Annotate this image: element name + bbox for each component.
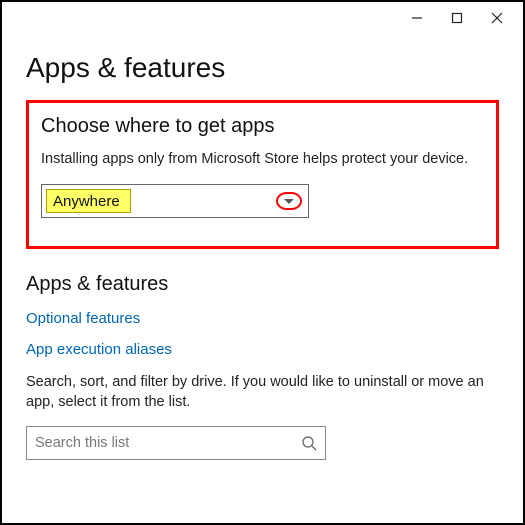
- chevron-down-icon: [284, 199, 294, 204]
- app-source-dropdown[interactable]: Anywhere: [41, 184, 309, 218]
- choose-apps-section-highlight: Choose where to get apps Installing apps…: [26, 100, 499, 249]
- settings-window: Apps & features Choose where to get apps…: [0, 0, 525, 525]
- apps-body-text: Search, sort, and filter by drive. If yo…: [26, 372, 499, 413]
- app-execution-aliases-link[interactable]: App execution aliases: [26, 341, 499, 358]
- apps-features-heading: Apps & features: [26, 273, 499, 296]
- dropdown-selected-value: Anywhere: [46, 189, 131, 213]
- choose-apps-heading: Choose where to get apps: [41, 115, 484, 138]
- search-icon: [301, 435, 317, 451]
- content-area: Apps & features Choose where to get apps…: [2, 34, 523, 470]
- search-placeholder: Search this list: [35, 435, 129, 451]
- page-title: Apps & features: [26, 52, 499, 84]
- minimize-button[interactable]: [397, 4, 437, 32]
- choose-apps-description: Installing apps only from Microsoft Stor…: [41, 150, 484, 170]
- maximize-button[interactable]: [437, 4, 477, 32]
- titlebar: [2, 2, 523, 34]
- search-input[interactable]: Search this list: [26, 426, 326, 460]
- close-button[interactable]: [477, 4, 517, 32]
- dropdown-chevron-highlight: [276, 192, 302, 210]
- optional-features-link[interactable]: Optional features: [26, 310, 499, 327]
